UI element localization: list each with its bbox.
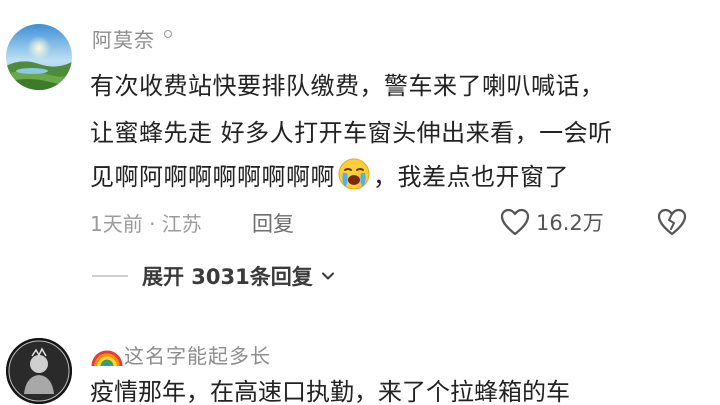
comment-screen: 阿莫奈 有次收费站快要排队缴费，警车来了喇叭喊话， 让蜜蜂先走 好多人打开车窗头… <box>0 0 720 405</box>
like-button[interactable]: 16.2万 <box>500 205 604 239</box>
comment-text-line: 疫情那年，在高速口执勤，来了个拉蜂箱的车 <box>90 378 570 405</box>
reply-button[interactable]: 回复 <box>252 208 294 238</box>
comment-text-segment: ，我差点也开窗了 <box>373 163 569 191</box>
broken-heart-icon <box>657 208 687 236</box>
loudly-crying-face-icon <box>337 157 371 203</box>
user-avatar[interactable] <box>6 24 72 90</box>
dislike-button[interactable] <box>656 207 688 241</box>
divider <box>92 275 128 277</box>
comment-text-segment: 见啊阿啊啊啊啊啊啊啊 <box>90 163 335 191</box>
user-avatar[interactable] <box>6 338 72 404</box>
rainbow-icon <box>90 340 124 374</box>
comment-text-line: 有次收费站快要排队缴费，警车来了喇叭喊话， <box>90 72 605 100</box>
heart-outline-icon <box>500 208 530 236</box>
circle-icon <box>164 30 172 38</box>
comment-text-line: 见啊阿啊啊啊啊啊啊啊 ，我差点也开窗了 <box>90 157 569 203</box>
expand-replies-button[interactable]: 展开 3031条回复 <box>92 258 337 294</box>
username[interactable]: 这名字能起多长 <box>124 340 271 369</box>
username[interactable]: 阿莫奈 <box>92 24 155 53</box>
dark-portrait-avatar-icon <box>6 338 72 404</box>
landscape-avatar-icon <box>6 24 72 90</box>
comment-item: 阿莫奈 有次收费站快要排队缴费，警车来了喇叭喊话， 让蜜蜂先走 好多人打开车窗头… <box>0 0 720 320</box>
comment-text-line: 让蜜蜂先走 好多人打开车窗头伸出来看，一会听 <box>90 119 613 147</box>
chevron-down-icon <box>321 272 334 280</box>
like-count: 16.2万 <box>536 211 604 235</box>
expand-replies-label: 展开 3031条回复 <box>142 265 313 289</box>
comment-meta: 1天前 · 江苏 <box>90 212 202 236</box>
